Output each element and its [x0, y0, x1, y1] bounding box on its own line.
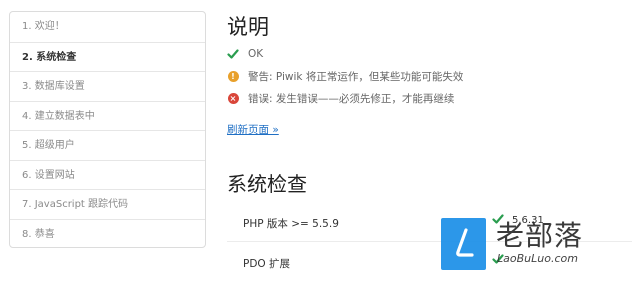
checkmark-icon [227, 48, 239, 60]
step-create-tables: 4. 建立数据表中 [10, 100, 205, 131]
watermark-title: 老部落 [496, 219, 584, 252]
legend-ok-text: OK [248, 48, 264, 60]
legend-warning: ! 警告: Piwik 将正常运作，但某些功能可能失效 [227, 68, 463, 84]
warning-icon: ! [227, 70, 239, 82]
legend-warning-text: 警告: Piwik 将正常运作，但某些功能可能失效 [248, 70, 464, 83]
step-setup-website: 6. 设置网站 [10, 159, 205, 190]
installation-steps-sidebar: 1. 欢迎！ 2. 系统检查 3. 数据库设置 4. 建立数据表中 5. 超级用… [9, 11, 206, 248]
watermark-logo-icon [441, 218, 486, 270]
step-congratulations: 8. 恭喜 [10, 218, 205, 248]
legend-error-text: 错误: 发生错误——必须先修正，才能再继续 [248, 92, 455, 105]
step-welcome: 1. 欢迎！ [22, 21, 65, 32]
step-javascript-tracking: 7. JavaScript 跟踪代码 [10, 189, 205, 219]
watermark-subtitle: LaoBuLuo.com [497, 252, 578, 265]
step-database-setup: 3. 数据库设置 [10, 71, 205, 101]
check-name: PHP 版本 >= 5.5.9 [243, 218, 339, 230]
page-title: 说明 [227, 15, 269, 39]
check-name: PDO 扩展 [243, 258, 291, 270]
error-icon: × [227, 92, 239, 104]
legend-ok: OK [227, 46, 263, 62]
system-check-heading: 系统检查 [227, 172, 307, 196]
refresh-page-link[interactable]: 刷新页面 » [227, 122, 279, 137]
legend-error: × 错误: 发生错误——必须先修正，才能再继续 [227, 90, 454, 106]
step-system-check: 2. 系统检查 [10, 41, 205, 72]
step-super-user: 5. 超级用户 [10, 130, 205, 160]
